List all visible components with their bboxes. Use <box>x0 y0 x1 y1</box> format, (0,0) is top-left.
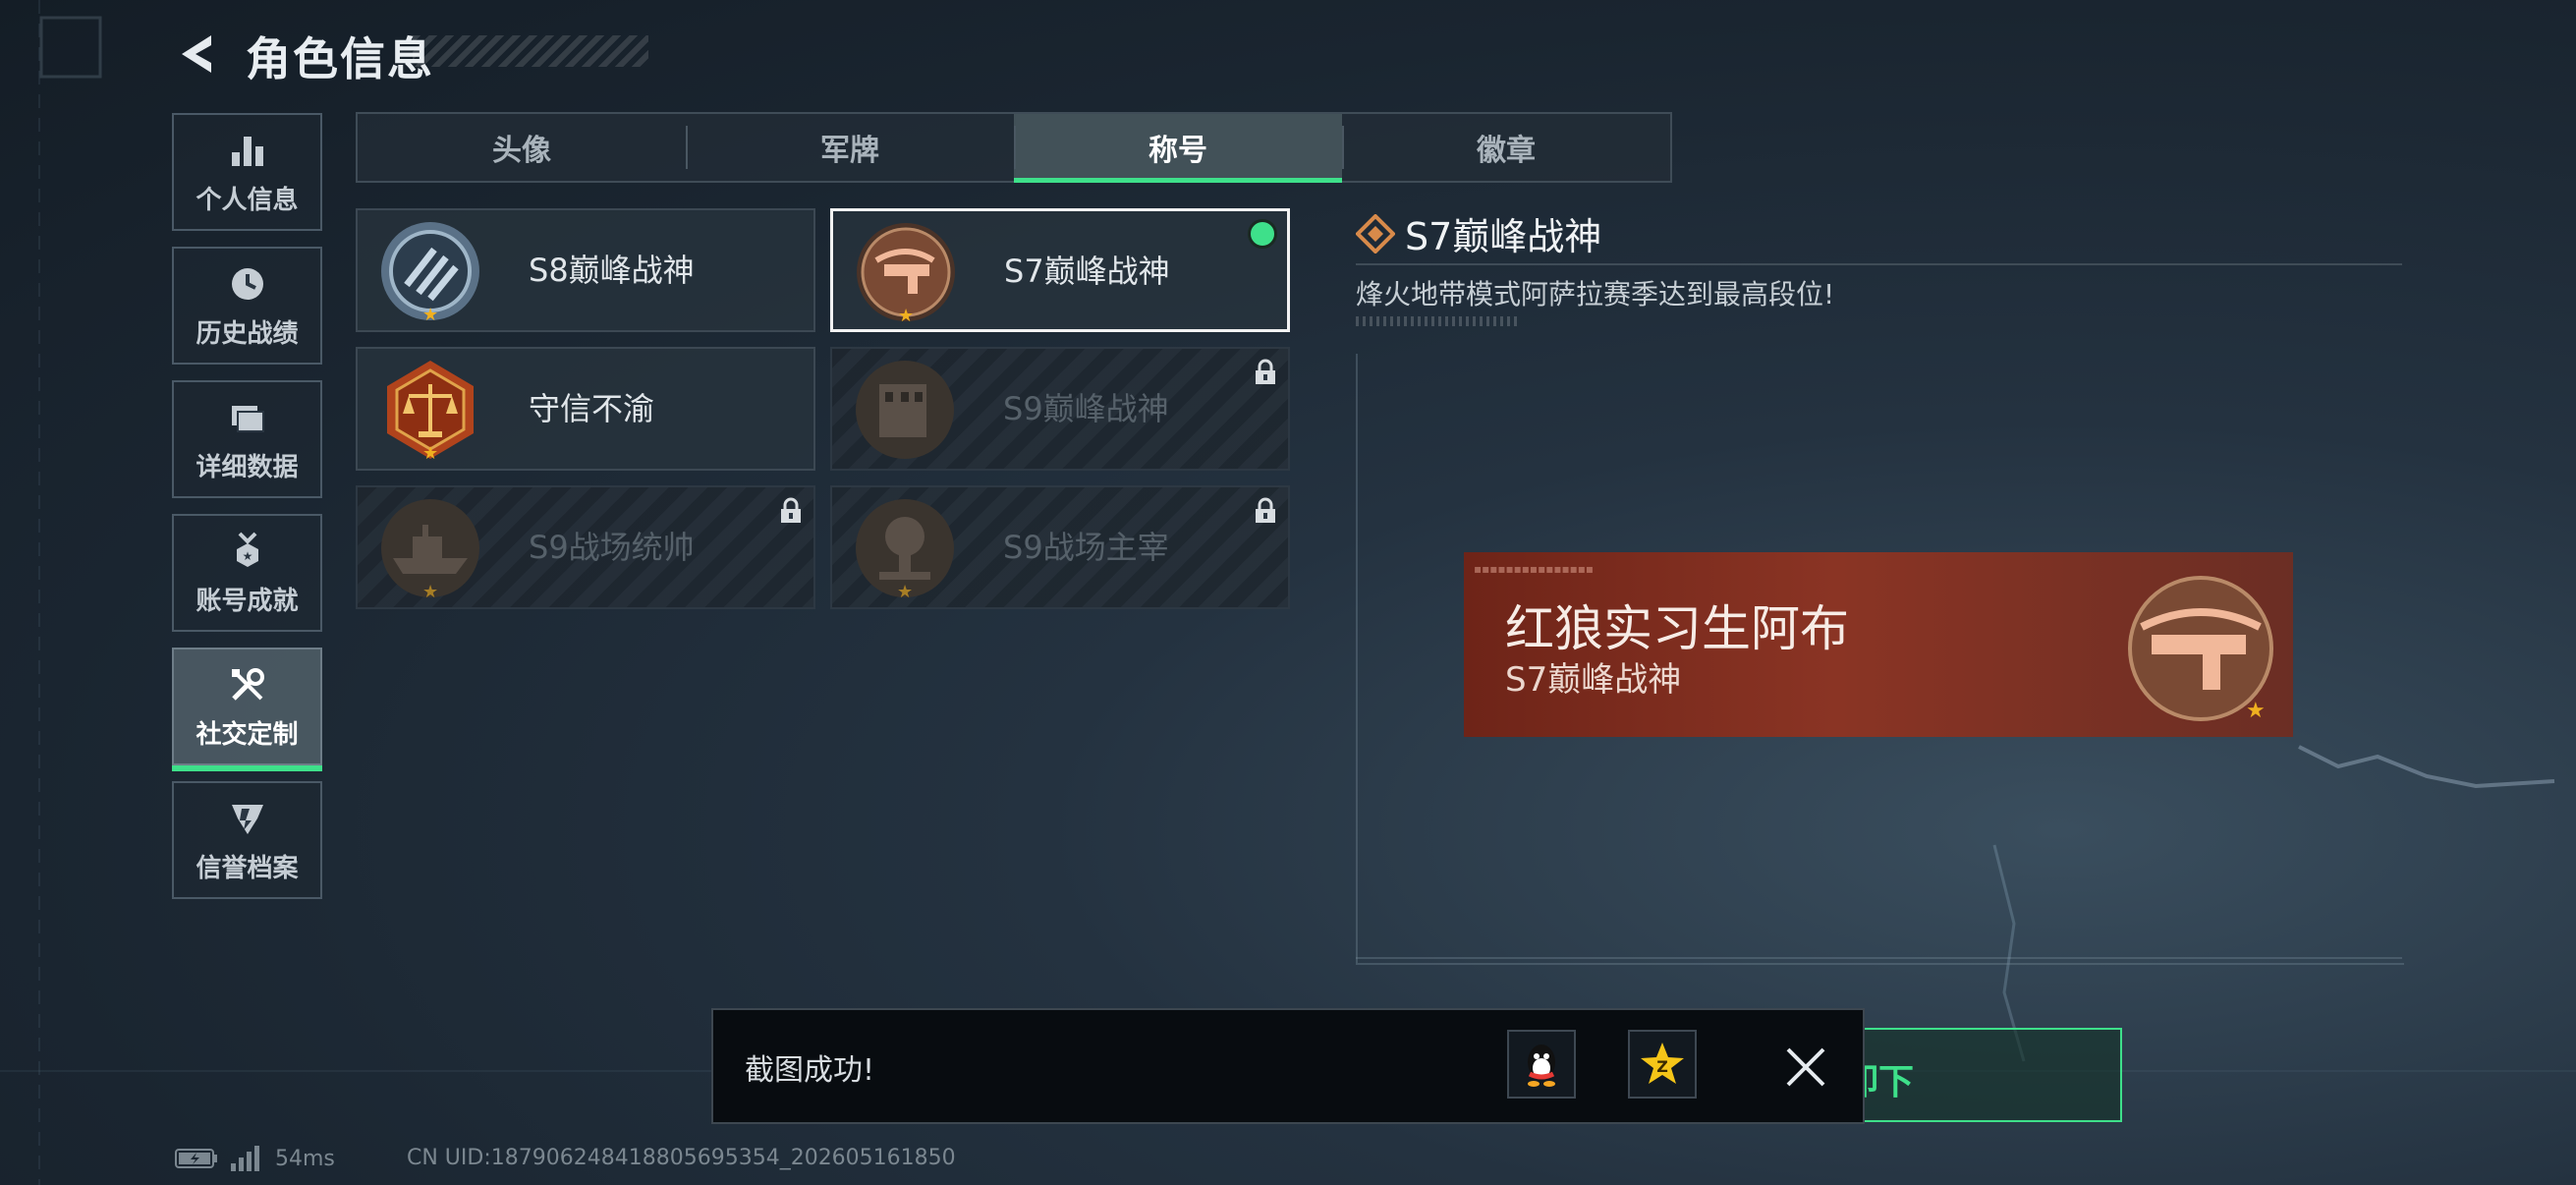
star-icon: ★ <box>898 306 915 326</box>
lock-icon <box>781 497 801 523</box>
detail-title: S7巅峰战神 <box>1405 215 1602 258</box>
ping-value: 54ms <box>275 1146 335 1171</box>
tab-dog-tag[interactable]: 军牌 <box>686 114 1014 181</box>
nav-label: 个人信息 <box>196 185 299 215</box>
shield-badge-icon <box>226 797 269 840</box>
medal-icon: ★ <box>226 530 269 573</box>
nav-label: 详细数据 <box>196 452 299 482</box>
status-bar: 54ms <box>175 1146 335 1171</box>
equipped-indicator <box>1248 219 1277 249</box>
title-name: S9战场统帅 <box>529 529 695 566</box>
star-icon: ★ <box>422 443 439 464</box>
tools-icon <box>226 663 269 706</box>
decoration-dots <box>1356 316 1518 326</box>
title-card-honesty[interactable]: ★ 守信不渝 <box>356 347 815 471</box>
title-name: S7巅峰战神 <box>1004 253 1170 290</box>
star-icon: ★ <box>422 582 439 602</box>
qq-share-button[interactable] <box>1507 1030 1576 1099</box>
divider <box>1356 263 2402 265</box>
nav-item-credit-record[interactable]: 信誉档案 <box>172 781 322 899</box>
title-card-s8[interactable]: ★ S8巅峰战神 <box>356 208 815 332</box>
lock-icon <box>1256 359 1275 384</box>
nav-label: 历史战绩 <box>196 318 299 349</box>
nav-item-achievements[interactable]: ★ 账号成就 <box>172 514 322 632</box>
star-icon: ★ <box>422 305 439 325</box>
back-arrow-icon[interactable] <box>172 29 221 79</box>
star-icon: ★ <box>897 582 914 602</box>
svg-text:★: ★ <box>242 549 252 563</box>
title-name: S9战场主宰 <box>1003 529 1169 566</box>
qq-icon <box>1528 1044 1555 1087</box>
preview-title: S7巅峰战神 <box>1505 660 1682 700</box>
title-card-s9-peak[interactable]: S9巅峰战神 <box>830 347 1290 471</box>
qzone-icon: Z <box>1641 1043 1684 1084</box>
nav-item-social-customization[interactable]: 社交定制 <box>172 648 322 771</box>
svg-text:★: ★ <box>2246 699 2266 723</box>
nav-label: 账号成就 <box>196 586 299 616</box>
title-card-s7[interactable]: ★ S7巅峰战神 <box>830 208 1290 332</box>
title-decoration <box>413 35 648 67</box>
bar-chart-icon <box>226 129 269 172</box>
tab-avatar[interactable]: 头像 <box>358 114 686 181</box>
folder-icon <box>226 396 269 439</box>
clock-icon <box>226 262 269 306</box>
toast-message: 截图成功! <box>745 1053 875 1088</box>
title-card-s9-commander[interactable]: ★ S9战场统帅 <box>356 485 815 609</box>
battery-icon <box>175 1149 217 1168</box>
player-name: 红狼实习生阿布 <box>1505 600 1849 657</box>
qzone-share-button[interactable]: Z <box>1628 1030 1697 1099</box>
banner-decoration: ▪▪▪▪▪▪▪▪▪▪▪▪▪▪▪ <box>1474 562 1594 576</box>
tab-title[interactable]: 称号 <box>1014 114 1342 183</box>
svg-text:Z: Z <box>1656 1057 1668 1076</box>
nav-item-detailed-data[interactable]: 详细数据 <box>172 380 322 498</box>
nav-item-personal-info[interactable]: 个人信息 <box>172 113 322 231</box>
nav-label: 社交定制 <box>196 719 299 750</box>
tab-bar: 头像 军牌 称号 徽章 <box>356 112 1672 183</box>
page-title: 角色信息 <box>246 32 434 85</box>
nav-item-history[interactable]: 历史战绩 <box>172 247 322 365</box>
crossbow-emblem-icon: ★ <box>2128 576 2273 723</box>
title-name: S9巅峰战神 <box>1003 390 1169 427</box>
building-emblem-icon <box>856 361 954 459</box>
nav-label: 信誉档案 <box>196 853 299 883</box>
diamond-icon <box>1356 214 1395 254</box>
user-uid: CN UID:18790624841880569​5354_2026051618… <box>407 1146 956 1170</box>
detail-description: 烽火地带模式阿萨拉赛季达到最高段位! <box>1356 278 1835 310</box>
close-icon[interactable] <box>1778 1040 1833 1095</box>
tab-badge[interactable]: 徽章 <box>1342 114 1670 181</box>
title-name: S8巅峰战神 <box>529 252 695 289</box>
title-name: 守信不渝 <box>529 390 655 427</box>
lock-icon <box>1256 497 1275 523</box>
title-card-s9-dominator[interactable]: ★ S9战场主宰 <box>830 485 1290 609</box>
signal-icon <box>231 1146 259 1171</box>
